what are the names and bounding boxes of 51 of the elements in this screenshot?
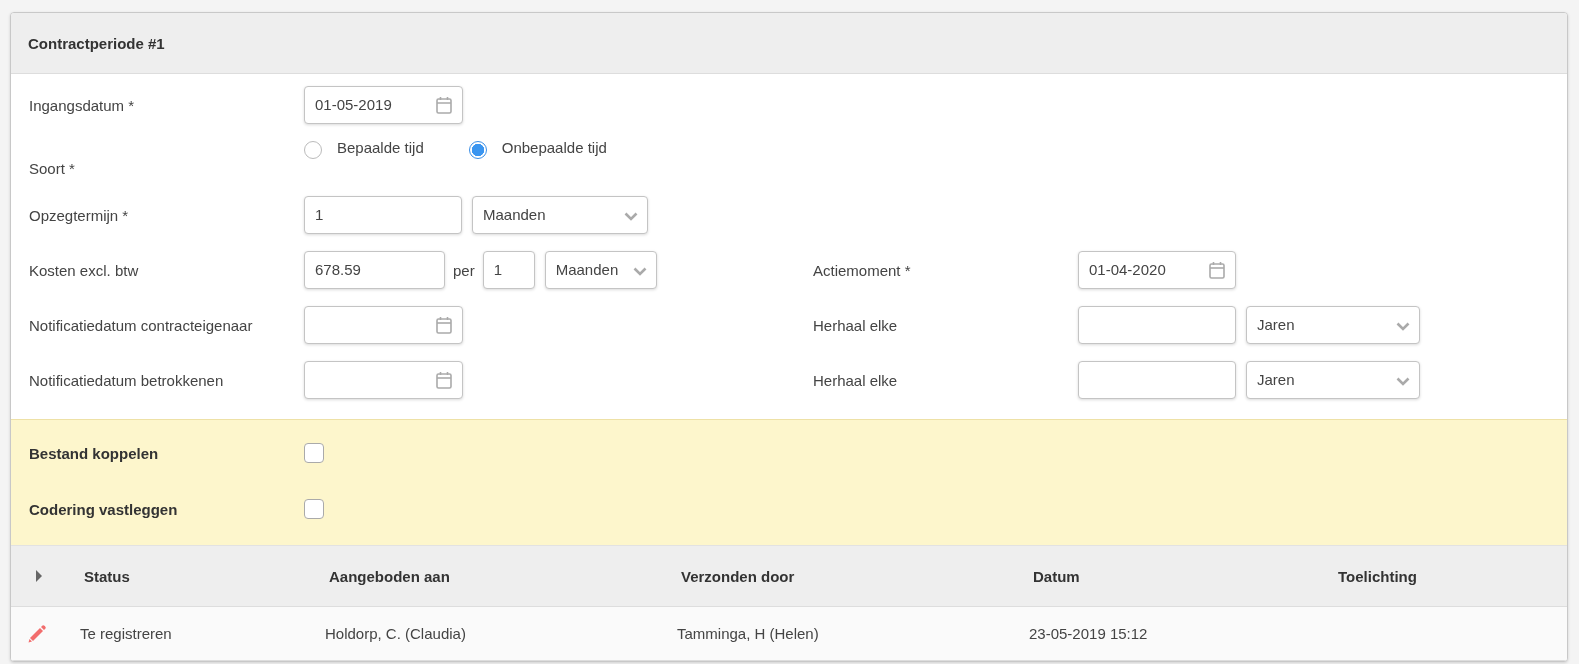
field-label: Herhaal elke <box>813 316 899 334</box>
option-label: Bestand koppelen <box>29 444 160 462</box>
field-label: Soort * <box>29 160 76 179</box>
calendar-icon[interactable] <box>436 316 452 334</box>
panel-title: Contractperiode #1 <box>28 34 165 52</box>
calendar-icon[interactable] <box>436 371 452 389</box>
field-label: Kosten excl. btw <box>29 261 140 279</box>
chevron-down-icon <box>624 212 638 221</box>
field-label: Notificatiedatum contracteigenaar <box>29 316 254 334</box>
date-field[interactable] <box>304 361 463 399</box>
chevron-down-icon <box>1396 377 1410 386</box>
calendar-icon[interactable] <box>436 96 452 114</box>
date-field[interactable]: 01-05-2019 <box>304 86 463 124</box>
dropdown[interactable]: Maanden <box>544 251 657 289</box>
table-cell-text: Te registreren <box>79 625 173 642</box>
chevron-down-icon <box>1396 322 1410 331</box>
date-field[interactable] <box>304 306 463 344</box>
radio-button[interactable] <box>468 141 487 159</box>
dropdown[interactable]: Jaren <box>1246 361 1420 399</box>
field-label: Actiemoment * <box>813 261 912 279</box>
column-header: Datum <box>1032 567 1081 585</box>
text-field[interactable]: 678.59 <box>304 251 445 289</box>
column-header: Verzonden door <box>680 567 796 585</box>
text-field[interactable] <box>1078 361 1236 399</box>
text-field[interactable]: 1 <box>482 251 535 289</box>
expand-toggle-icon[interactable] <box>35 570 43 582</box>
field-label: Opzegtermijn * <box>29 206 130 224</box>
field-label: Ingangsdatum * <box>29 96 136 114</box>
field-label: Bepaalde tijd <box>337 139 424 156</box>
field-label: Herhaal elke <box>813 371 899 389</box>
table-cell-text: 23-05-2019 15:12 <box>1028 625 1149 642</box>
dropdown[interactable]: Jaren <box>1246 306 1420 344</box>
dropdown[interactable]: Maanden <box>472 196 648 234</box>
column-header: Toelichting <box>1337 567 1418 585</box>
per-label: per <box>453 261 475 279</box>
text-field[interactable] <box>1078 306 1236 344</box>
column-header: Aangeboden aan <box>328 567 451 585</box>
table-cell-text: Holdorp, C. (Claudia) <box>324 625 467 642</box>
checkbox[interactable] <box>304 443 324 463</box>
field-label: Onbepaalde tijd <box>501 139 607 156</box>
chevron-down-icon <box>632 267 647 276</box>
checkbox[interactable] <box>304 499 324 519</box>
calendar-icon[interactable] <box>1209 261 1225 279</box>
table-cell-text: Tamminga, H (Helen) <box>676 625 820 642</box>
radio-button[interactable] <box>304 141 322 159</box>
text-field[interactable]: 1 <box>304 196 462 234</box>
date-field[interactable]: 01-04-2020 <box>1078 251 1236 289</box>
field-label: Notificatiedatum betrokkenen <box>29 371 225 389</box>
pencil-icon[interactable] <box>27 623 47 644</box>
option-label: Codering vastleggen <box>29 500 179 518</box>
column-header: Status <box>83 567 131 585</box>
